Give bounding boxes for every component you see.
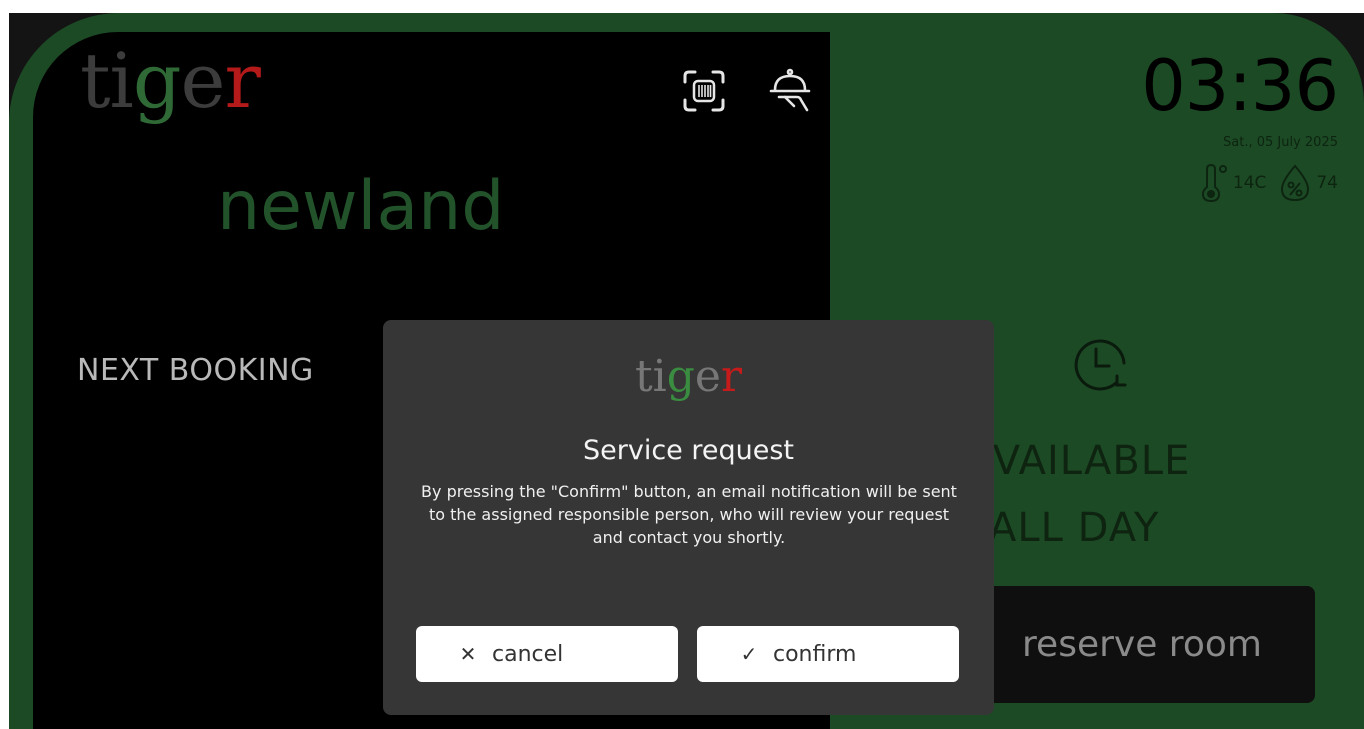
service-request-dialog: tiger Service request By pressing the "C… bbox=[383, 320, 994, 715]
barcode-scan-icon[interactable] bbox=[681, 68, 727, 114]
temperature-value: 14C bbox=[1232, 173, 1267, 193]
availability-status: AVAILABLE bbox=[967, 438, 1191, 484]
next-booking-label: NEXT BOOKING bbox=[77, 353, 314, 388]
thermometer-icon bbox=[1201, 163, 1227, 203]
dialog-brand-part: ti bbox=[634, 351, 667, 402]
brand-logo-part: ti bbox=[80, 36, 134, 125]
service-bell-icon[interactable] bbox=[767, 68, 813, 114]
clock-refresh-icon bbox=[1074, 339, 1127, 391]
availability-duration: ALL DAY bbox=[989, 505, 1160, 551]
dialog-brand-part: g bbox=[666, 351, 695, 402]
current-date: Sat., 05 July 2025 bbox=[1223, 135, 1338, 150]
barcode-scan-icon-graphic bbox=[683, 70, 725, 112]
reserve-room-button[interactable]: reserve room bbox=[969, 586, 1315, 703]
kiosk-screen: tiger newland NEXT BOOKING 03:36 Sat., 0… bbox=[9, 13, 1364, 729]
cancel-button-label: cancel bbox=[492, 641, 564, 667]
confirm-button-label: confirm bbox=[773, 641, 857, 667]
humidity-icon bbox=[1281, 164, 1310, 202]
brand-logo-part: e bbox=[180, 36, 226, 125]
dialog-brand-part: r bbox=[720, 351, 743, 402]
brand-logo: tiger bbox=[80, 43, 261, 119]
brand-logo-part: g bbox=[132, 36, 182, 125]
close-icon: ✕ bbox=[459, 642, 477, 666]
brand-logo-part: r bbox=[224, 36, 261, 125]
dialog-message: By pressing the "Confirm" button, an ema… bbox=[421, 482, 957, 547]
device-frame: tiger newland NEXT BOOKING 03:36 Sat., 0… bbox=[9, 13, 1364, 729]
confirm-button[interactable]: ✓ confirm bbox=[697, 626, 959, 682]
humidity-value: 74 bbox=[1316, 173, 1338, 193]
room-location: newland bbox=[217, 167, 505, 246]
weather-readout: 14C 74 bbox=[1199, 163, 1338, 203]
current-time: 03:36 bbox=[1141, 45, 1339, 127]
dialog-brand-logo: tiger bbox=[383, 355, 994, 399]
checkmark-icon: ✓ bbox=[740, 642, 758, 666]
dialog-title: Service request bbox=[582, 435, 794, 466]
service-bell-icon-graphic bbox=[769, 68, 811, 112]
cancel-button[interactable]: ✕ cancel bbox=[416, 626, 678, 682]
dialog-brand-part: e bbox=[694, 351, 721, 402]
